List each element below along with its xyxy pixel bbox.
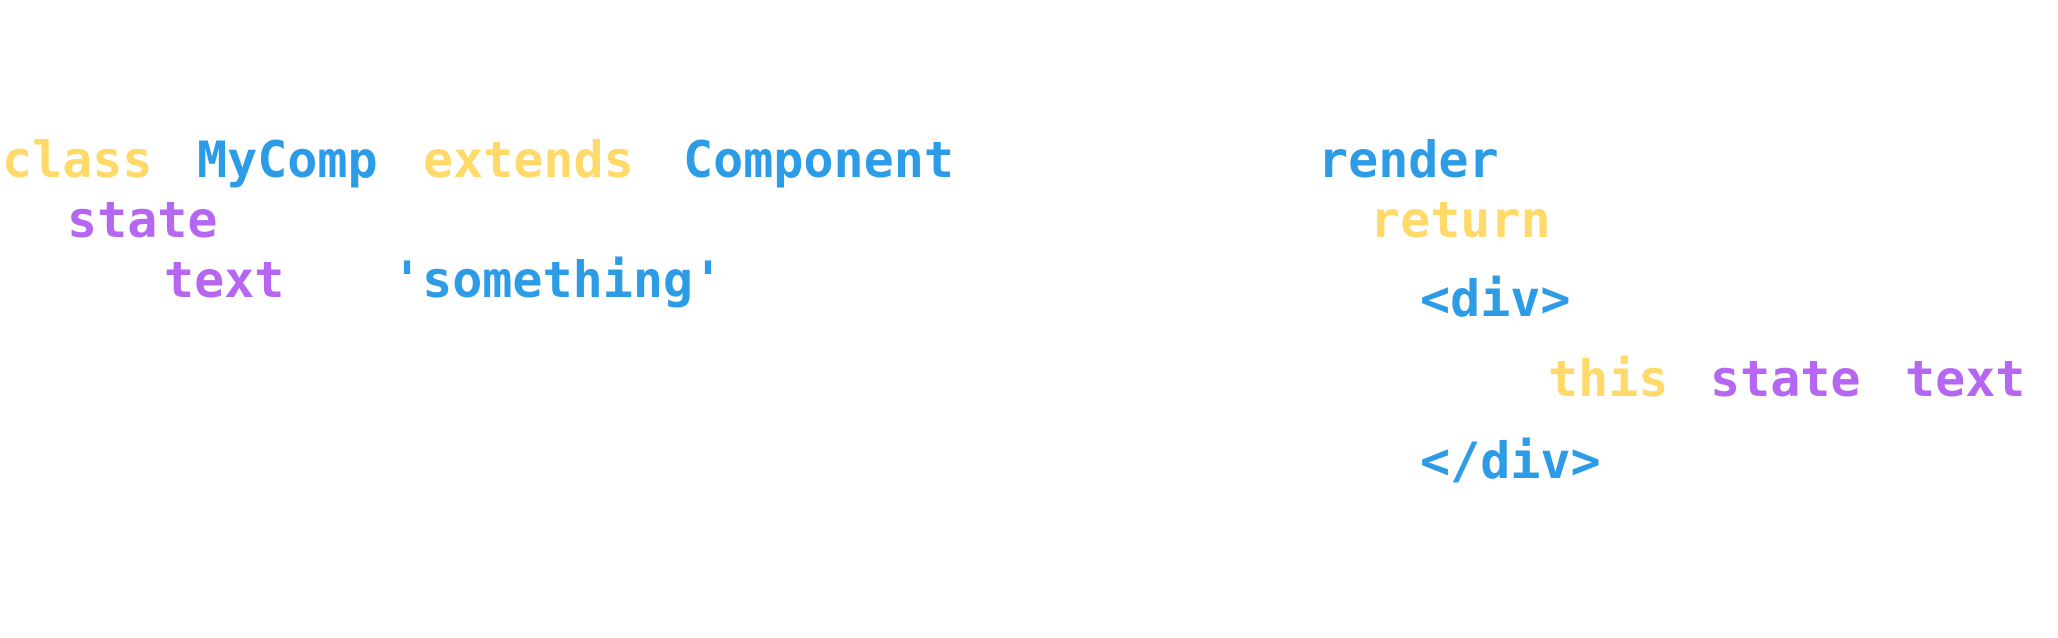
- text-value-string: 'something': [392, 251, 724, 309]
- extends-keyword: extends: [423, 131, 634, 189]
- this-keyword: this: [1548, 350, 1669, 408]
- return-keyword: return: [1370, 191, 1551, 249]
- div-open-tag: <div>: [1420, 270, 1571, 328]
- text-property: text: [164, 251, 285, 309]
- class-name: MyComp: [197, 131, 378, 189]
- text-reference: text: [1905, 350, 2026, 408]
- class-keyword: class: [2, 131, 153, 189]
- state-property: state: [67, 191, 218, 249]
- state-reference: state: [1710, 350, 1861, 408]
- div-close-tag: </div>: [1420, 432, 1601, 490]
- component-name: Component: [683, 131, 954, 189]
- code-diagram: class MyComp extends Component state tex…: [0, 0, 2058, 638]
- render-method: render: [1318, 131, 1499, 189]
